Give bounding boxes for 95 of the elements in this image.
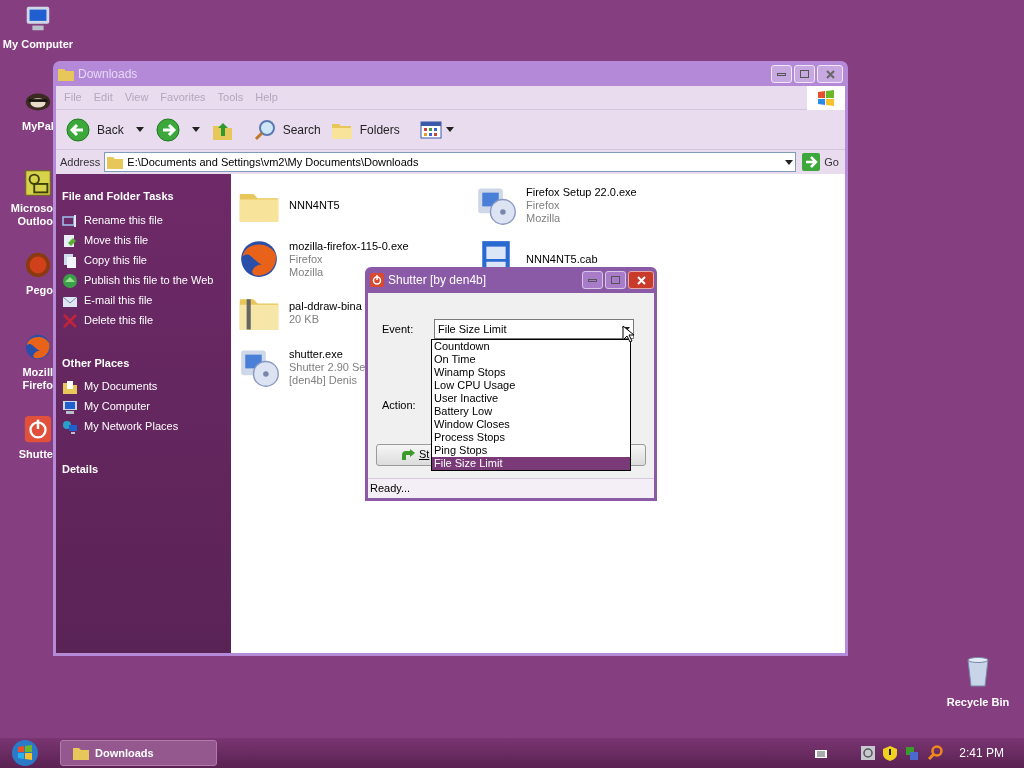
task-link[interactable]: Delete this file — [84, 313, 154, 327]
file-detail: Shutter 2.90 Se — [289, 360, 366, 374]
section-title[interactable]: Details — [62, 461, 225, 478]
dropdown-option[interactable]: User Inactive — [432, 392, 630, 405]
section-title[interactable]: Other Places — [62, 354, 225, 371]
search-icon[interactable] — [927, 745, 944, 761]
dropdown-option[interactable]: Low CPU Usage — [432, 379, 630, 392]
minimize-button[interactable] — [771, 65, 792, 83]
file-detail: Mozilla — [289, 265, 325, 279]
task-link[interactable]: My Documents — [84, 380, 158, 393]
file-detail: 20 KB — [289, 313, 320, 326]
views-button[interactable] — [417, 120, 456, 139]
clock[interactable]: 2:41 PM — [959, 744, 1004, 762]
windows-orb-icon — [11, 739, 39, 767]
dropdown-option[interactable]: Ping Stops — [432, 444, 630, 457]
keyboard-icon[interactable] — [815, 747, 828, 759]
maximize-button[interactable] — [794, 65, 815, 83]
window-title: Downloads — [78, 66, 138, 83]
go-button[interactable]: Go — [800, 153, 841, 171]
file-name[interactable]: NNN4NT5 — [289, 198, 340, 212]
desktop-icon-label[interactable]: Microso Outloo — [10, 202, 53, 228]
folder-icon — [73, 746, 89, 760]
forward-button[interactable] — [153, 117, 182, 142]
task-link[interactable]: My Network Places — [84, 420, 179, 433]
network-icon — [62, 419, 78, 435]
caret-icon[interactable] — [135, 127, 144, 132]
folder-icon — [58, 67, 74, 81]
folder-icon — [62, 379, 78, 395]
file-detail: Mozilla — [526, 211, 562, 225]
search-button[interactable]: Search — [251, 118, 323, 141]
maximize-button[interactable] — [605, 271, 626, 289]
firefox-icon — [23, 332, 53, 362]
globe-icon — [62, 272, 78, 289]
minimize-button[interactable] — [582, 271, 603, 289]
desktop-icon-label[interactable]: My Computer — [2, 38, 74, 51]
close-icon — [636, 275, 646, 285]
computer-icon — [62, 399, 78, 415]
event-label: Event: — [382, 321, 415, 337]
go-arrow-icon — [802, 153, 821, 171]
file-detail: Firefox — [289, 252, 324, 266]
file-name[interactable]: pal-ddraw-bina — [289, 300, 362, 313]
desktop-icon-label[interactable]: Recycle Bin — [946, 694, 1010, 711]
action-label: Action: — [382, 398, 416, 413]
window-title: Shutter [by den4b] — [388, 272, 487, 289]
folders-button[interactable]: Folders — [328, 118, 402, 141]
dropdown-option[interactable]: Process Stops — [432, 431, 630, 444]
arrow-icon — [401, 448, 415, 461]
dropdown-option[interactable]: Winamp Stops — [432, 366, 630, 379]
event-dropdown[interactable]: File Size Limit — [434, 319, 634, 339]
views-icon — [419, 120, 442, 139]
caret-icon[interactable] — [445, 127, 454, 132]
address-label: Address — [60, 154, 101, 170]
dropdown-option[interactable]: Countdown — [432, 340, 630, 353]
task-link[interactable]: My Computer — [84, 400, 151, 413]
power-icon — [370, 273, 384, 287]
copy-icon — [62, 252, 78, 269]
dropdown-option[interactable]: On Time — [432, 353, 630, 366]
shield-icon[interactable] — [883, 745, 898, 761]
power-icon — [23, 414, 53, 444]
task-link[interactable]: E-mail this file — [84, 293, 153, 307]
file-name[interactable]: Firefox Setup 22.0.exe — [526, 185, 637, 199]
caret-icon[interactable] — [191, 127, 200, 132]
rename-icon — [62, 212, 78, 229]
taskbar-button[interactable]: Downloads — [60, 740, 217, 766]
windows-logo-icon — [807, 85, 845, 110]
file-name[interactable]: shutter.exe — [289, 347, 366, 361]
close-icon — [825, 69, 835, 79]
desktop-icon-label[interactable]: Mozill Firefo — [22, 366, 53, 392]
desktop-icon-label[interactable]: MyPal — [22, 120, 54, 133]
power-icon[interactable] — [861, 746, 876, 760]
dropdown-option[interactable]: Battery Low — [432, 405, 630, 418]
file-detail: [den4b] Denis — [289, 373, 358, 387]
network-icon[interactable] — [905, 745, 920, 761]
file-detail: Firefox — [526, 198, 561, 212]
status-text: Ready... — [370, 481, 411, 497]
search-icon — [253, 118, 276, 141]
delete-icon — [62, 312, 78, 329]
ball-icon — [23, 250, 53, 280]
task-link[interactable]: Publish this file to the Web — [84, 273, 214, 287]
task-link[interactable]: Copy this file — [84, 253, 147, 267]
dropdown-option[interactable]: File Size Limit — [432, 457, 630, 470]
address-field[interactable]: E:\Documents and Settings\vm2\My Documents\Downloads — [104, 152, 797, 172]
desktop-icon-label[interactable]: Shutte — [18, 448, 53, 461]
move-icon — [62, 232, 78, 249]
task-link[interactable]: Rename this file — [84, 213, 163, 227]
folder-icon — [107, 155, 124, 169]
close-button[interactable] — [628, 271, 654, 289]
desktop-icon-label[interactable]: Pego — [26, 284, 53, 297]
caret-icon[interactable] — [785, 159, 794, 165]
dropdown-option[interactable]: Window Closes — [432, 418, 630, 431]
file-name[interactable]: mozilla-firefox-115-0.exe — [289, 239, 409, 253]
file-name[interactable]: NNN4NT5.cab — [526, 252, 598, 266]
task-link[interactable]: Move this file — [84, 233, 149, 247]
section-title[interactable]: File and Folder Tasks — [62, 188, 225, 205]
back-button[interactable]: Back — [64, 117, 126, 142]
